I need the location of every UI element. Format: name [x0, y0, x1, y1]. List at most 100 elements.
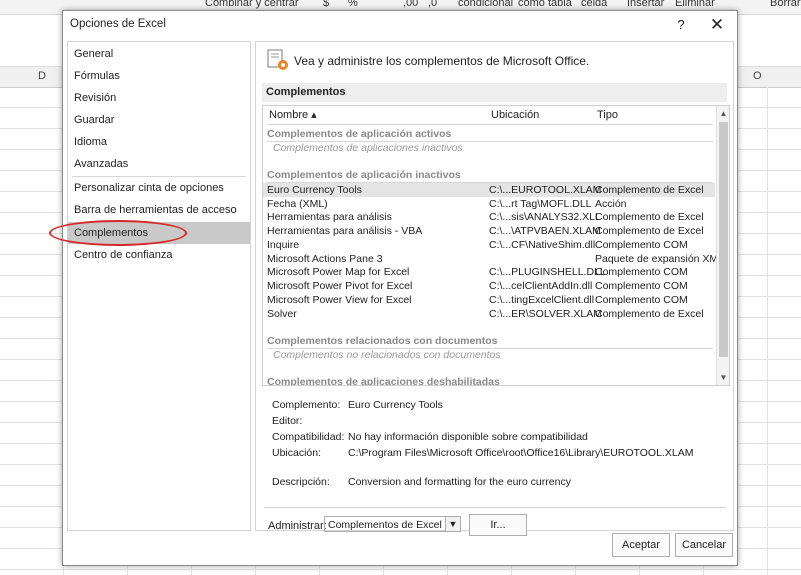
ribbon-currency[interactable]: $ [323, 0, 329, 9]
nav-item-general[interactable]: General [68, 43, 250, 65]
nav-item-language[interactable]: Idioma [68, 131, 250, 153]
cell-name: Inquire [267, 239, 300, 251]
dialog-title: Opciones de Excel [70, 18, 166, 30]
ribbon-decimal-increase[interactable]: ,00 [403, 0, 418, 9]
group-inactive-title: Complementos de aplicación inactivos [267, 169, 461, 181]
cell-location: C:\...tingExcelClient.dll [489, 294, 595, 306]
panel-header: Vea y administre los complementos de Mic… [294, 54, 590, 68]
nav-item-customize-ribbon[interactable]: Personalizar cinta de opciones [68, 177, 250, 199]
cell-location: C:\...CF\NativeShim.dll [489, 239, 596, 251]
detail-compat-label: Compatibilidad: [272, 431, 345, 443]
table-row[interactable]: Euro Currency Tools C:\...EUROTOOL.XLAM … [263, 183, 715, 197]
cell-type: Complemento COM [595, 266, 688, 278]
cell-name: Microsoft Power Pivot for Excel [267, 280, 413, 292]
ribbon-cell[interactable]: celda [581, 0, 607, 9]
detail-description-value: Conversion and formatting for the euro c… [348, 476, 571, 488]
cell-name: Microsoft Actions Pane 3 [267, 253, 383, 265]
addins-gear-icon [267, 49, 288, 70]
column-o-header[interactable]: O [753, 70, 762, 82]
detail-location-value: C:\Program Files\Microsoft Office\root\O… [348, 447, 694, 459]
addins-table: Nombre ▴ Ubicación Tipo Complementos de … [262, 105, 730, 386]
nav-item-advanced[interactable]: Avanzadas [68, 153, 250, 175]
cell-name: Fecha (XML) [267, 198, 328, 210]
table-row[interactable]: Microsoft Actions Pane 3 Paquete de expa… [263, 252, 724, 266]
table-row[interactable]: Herramientas para análisis C:\...sis\ANA… [263, 210, 715, 224]
table-scrollbar[interactable]: ▲ ▼ [716, 106, 729, 385]
cell-type: Complemento de Excel [595, 225, 704, 237]
help-button[interactable]: ? [671, 15, 691, 35]
group-active-title: Complementos de aplicación activos [267, 128, 452, 140]
cell-type: Acción [595, 198, 627, 210]
scroll-up-icon[interactable]: ▲ [717, 107, 729, 120]
table-row[interactable]: Microsoft Power Pivot for Excel C:\...ce… [263, 279, 715, 293]
ribbon-merge-center[interactable]: Combinar y centrar [205, 0, 299, 9]
detail-editor-label: Editor: [272, 415, 303, 427]
cell-type: Complemento de Excel [595, 184, 704, 196]
cell-type: Paquete de expansión XML [595, 253, 725, 265]
go-button[interactable]: Ir... [469, 514, 527, 536]
table-row[interactable]: Solver C:\...ER\SOLVER.XLAM Complemento … [263, 307, 715, 321]
column-d-header[interactable]: D [38, 70, 46, 82]
ribbon-decimal-decrease[interactable]: ,0 [428, 0, 437, 9]
nav-item-trust-center[interactable]: Centro de confianza [68, 244, 250, 266]
nav-item-quick-access[interactable]: Barra de herramientas de acceso rápido [68, 199, 250, 238]
ribbon-clear[interactable]: Borrar [770, 0, 801, 9]
cancel-button[interactable]: Cancelar [675, 533, 733, 557]
detail-location-label: Ubicación: [272, 447, 322, 459]
cell-type: Complemento de Excel [595, 211, 704, 223]
table-row[interactable]: Microsoft Power View for Excel C:\...tin… [263, 293, 715, 307]
cell-location: C:\...ER\SOLVER.XLAM [489, 308, 603, 320]
cell-location: C:\...rt Tag\MOFL.DLL [489, 198, 592, 210]
ribbon-conditional[interactable]: condicional [458, 0, 513, 9]
cell-location: C:\...celClientAddIn.dll [489, 280, 593, 292]
manage-label: Administrar: [268, 520, 327, 532]
scroll-thumb[interactable] [719, 122, 728, 357]
ribbon-insert[interactable]: Insertar [627, 0, 664, 9]
section-title: Complementos [262, 83, 727, 102]
cell-type: Complemento COM [595, 294, 688, 306]
column-type-header[interactable]: Tipo [597, 106, 618, 124]
addins-panel: Vea y administre los complementos de Mic… [255, 41, 734, 536]
group-active-empty: Complementos de aplicaciones inactivos [273, 142, 463, 154]
table-header-divider [267, 124, 713, 125]
cell-type: Complemento COM [595, 239, 688, 251]
ribbon-delete[interactable]: Eliminar [675, 0, 715, 9]
cell-name: Microsoft Power Map for Excel [267, 266, 410, 278]
ribbon-percent[interactable]: % [348, 0, 358, 9]
detail-compat-value: No hay información disponible sobre comp… [348, 431, 588, 443]
group-disabled-title: Complementos de aplicaciones deshabilita… [267, 376, 500, 386]
cell-location: C:\...\ATPVBAEN.XLAM [489, 225, 601, 237]
options-nav: General Fórmulas Revisión Guardar Idioma… [49, 41, 251, 531]
manage-select[interactable]: Complementos de Excel ▼ [324, 516, 461, 532]
table-row[interactable]: Fecha (XML) C:\...rt Tag\MOFL.DLL Acción [263, 197, 715, 211]
cell-location: C:\...EUROTOOL.XLAM [489, 184, 602, 196]
nav-item-revision[interactable]: Revisión [68, 87, 250, 109]
close-button[interactable]: ✕ [707, 15, 727, 35]
excel-options-dialog: Opciones de Excel ? ✕ General Fórmulas R… [49, 10, 738, 566]
panel-divider [264, 507, 726, 508]
cell-name: Herramientas para análisis [267, 211, 392, 223]
cell-location: C:\...sis\ANALYS32.XLL [489, 211, 601, 223]
cell-name: Euro Currency Tools [267, 184, 362, 196]
nav-item-save[interactable]: Guardar [68, 109, 250, 131]
group-document-title: Complementos relacionados con documentos [267, 335, 498, 347]
cell-location: C:\...PLUGINSHELL.DLL [489, 266, 606, 278]
ribbon-as-table[interactable]: como tabla [518, 0, 572, 9]
manage-select-value: Complementos de Excel [328, 519, 442, 531]
cell-name: Herramientas para análisis - VBA [267, 225, 423, 237]
cell-name: Microsoft Power View for Excel [267, 294, 412, 306]
dialog-titlebar: Opciones de Excel ? ✕ [63, 11, 737, 39]
column-name-header[interactable]: Nombre ▴ [269, 106, 317, 124]
highlight-ellipse [49, 220, 187, 246]
group-document-empty: Complementos no relacionados con documen… [273, 349, 501, 361]
chevron-down-icon[interactable]: ▼ [445, 517, 460, 531]
cell-type: Complemento de Excel [595, 308, 704, 320]
table-row[interactable]: Herramientas para análisis - VBA C:\...\… [263, 224, 715, 238]
scroll-down-icon[interactable]: ▼ [717, 371, 729, 384]
table-row[interactable]: Inquire C:\...CF\NativeShim.dll Compleme… [263, 238, 715, 252]
column-location-header[interactable]: Ubicación [491, 106, 539, 124]
table-row[interactable]: Microsoft Power Map for Excel C:\...PLUG… [263, 265, 715, 279]
ok-button[interactable]: Aceptar [612, 533, 670, 557]
nav-item-formulas[interactable]: Fórmulas [68, 65, 250, 87]
cell-name: Solver [267, 308, 297, 320]
